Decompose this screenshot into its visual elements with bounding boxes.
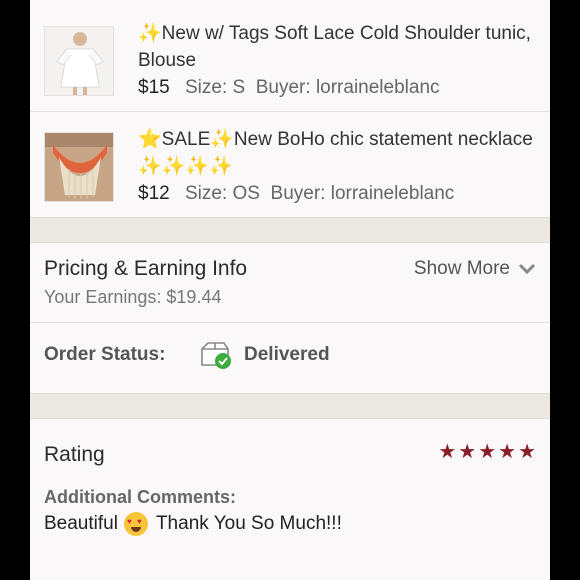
comment-part: Beautiful [44, 513, 118, 534]
order-status-row: Order Status: Delivered [30, 323, 550, 393]
item-title[interactable]: ✨New w/ Tags Soft Lace Cold Shoulder tun… [138, 20, 536, 74]
order-items: ✨New w/ Tags Soft Lace Cold Shoulder tun… [30, 6, 550, 217]
necklace-image [45, 133, 113, 201]
order-status-value: Delivered [244, 344, 330, 365]
item-meta: $15 Size: S Buyer: lorraineleblanc [138, 74, 536, 101]
item-thumbnail[interactable] [44, 26, 114, 96]
star-icon: ★ [458, 441, 477, 463]
item-buyer[interactable]: Buyer: lorraineleblanc [256, 77, 440, 98]
show-more-label: Show More [413, 258, 510, 279]
item-info: ✨New w/ Tags Soft Lace Cold Shoulder tun… [138, 20, 536, 101]
star-icon: ★ [478, 441, 497, 463]
comments-label: Additional Comments: [44, 487, 236, 507]
star-icon: ★ [438, 441, 457, 463]
item-buyer[interactable]: Buyer: lorraineleblanc [271, 183, 455, 204]
pricing-heading: Pricing & Earning Info [44, 257, 248, 280]
star-emoji: ⭐ [138, 129, 162, 150]
section-separator [30, 393, 550, 419]
item-price: $15 [138, 77, 170, 98]
section-separator [30, 217, 550, 243]
item-size: Size: S [184, 77, 246, 98]
comment-part: Thank You So Much!!! [155, 513, 342, 534]
package-delivered-icon [201, 342, 231, 369]
rating-heading: Rating [44, 443, 105, 466]
star-icon: ★ [518, 441, 536, 463]
item-meta: $12 Size: OS Buyer: lorraineleblanc [138, 180, 536, 207]
item-price: $12 [138, 183, 170, 204]
order-details-page: ✨New w/ Tags Soft Lace Cold Shoulder tun… [30, 0, 550, 580]
item-info: ⭐SALE✨New BoHo chic statement necklace ✨… [138, 126, 536, 207]
star-rating: ★ ★ ★ ★ ★ [436, 442, 536, 462]
item-thumbnail[interactable] [44, 132, 114, 202]
item-size: Size: OS [184, 183, 260, 204]
heart-eyes-emoji: ♥ ♥ [123, 512, 148, 536]
list-item[interactable]: ✨New w/ Tags Soft Lace Cold Shoulder tun… [30, 6, 550, 111]
comment-text: Beautiful ♥ ♥ Thank You So Much!!! [44, 512, 536, 536]
rating-section: Rating ★ ★ ★ ★ ★ Additional Comments: Be… [30, 419, 550, 554]
star-icon: ★ [498, 441, 517, 463]
pricing-section: Pricing & Earning Info Show More Your Ea… [30, 243, 550, 322]
earnings-text: Your Earnings: $19.44 [44, 287, 222, 307]
blouse-image [45, 27, 113, 95]
item-title[interactable]: ⭐SALE✨New BoHo chic statement necklace ✨… [138, 126, 536, 180]
list-item[interactable]: ⭐SALE✨New BoHo chic statement necklace ✨… [30, 111, 550, 217]
chevron-down-icon [518, 263, 536, 275]
order-status-label: Order Status: [44, 344, 166, 365]
sparkle-emoji: ✨ [138, 23, 162, 44]
show-more-button[interactable]: Show More [414, 258, 536, 280]
